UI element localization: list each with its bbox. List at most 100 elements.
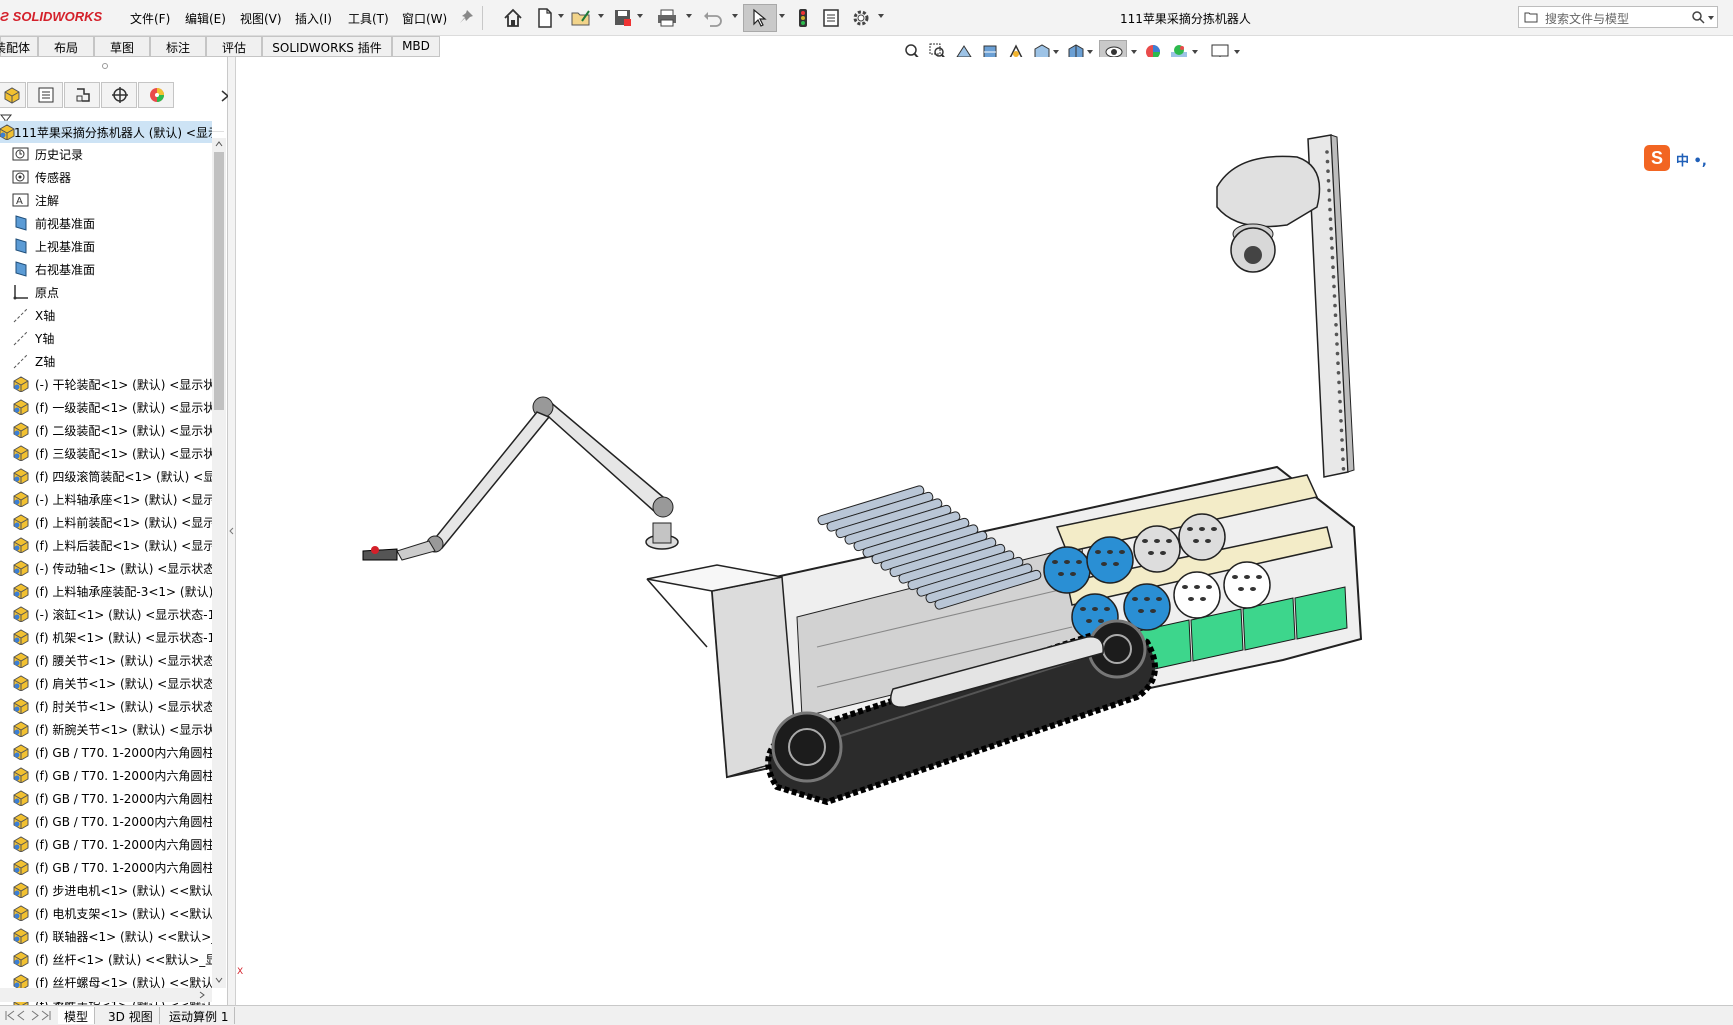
- view-settings-dropdown-arrow[interactable]: [1234, 50, 1240, 54]
- view-orientation-dropdown-arrow[interactable]: [1053, 50, 1059, 54]
- tree-item[interactable]: (-) 滚缸<1> (默认) <显示状态-1: [0, 603, 212, 625]
- tree-item[interactable]: (f) 步进电机<1> (默认) <<默认:: [0, 879, 212, 901]
- new-dropdown-arrow[interactable]: [558, 14, 564, 18]
- open-dropdown-arrow[interactable]: [598, 14, 604, 18]
- new-document-icon[interactable]: [534, 7, 556, 29]
- tree-item[interactable]: (f) 三级装配<1> (默认) <显示状: [0, 442, 212, 464]
- tree-item[interactable]: (f) GB / T70. 1-2000内六角圆柱: [0, 764, 212, 786]
- tree-item[interactable]: A 注解: [0, 189, 212, 211]
- search-icon[interactable]: [1691, 10, 1705, 24]
- hide-show-dropdown-arrow[interactable]: [1131, 50, 1137, 54]
- tree-item[interactable]: (f) 联轴器<1> (默认) <<默认>_: [0, 925, 212, 947]
- scroll-right-icon[interactable]: [198, 991, 206, 999]
- tab-solidworks-addins[interactable]: SOLIDWORKS 插件: [262, 36, 392, 57]
- options-gear-icon[interactable]: [850, 7, 872, 29]
- save-dropdown-arrow[interactable]: [637, 14, 643, 18]
- tree-item[interactable]: (f) 二级装配<1> (默认) <显示状: [0, 419, 212, 441]
- tab-markup[interactable]: 标注: [150, 36, 206, 57]
- tree-item[interactable]: (f) 上料后装配<1> (默认) <显示: [0, 534, 212, 556]
- rebuild-traffic-light-icon[interactable]: [792, 7, 814, 29]
- tree-item[interactable]: 历史记录: [0, 143, 212, 165]
- tab-dimxpert-manager[interactable]: [101, 82, 137, 108]
- tab-display-manager[interactable]: [138, 82, 174, 108]
- collapse-panel-icon[interactable]: [229, 527, 235, 535]
- tab-model[interactable]: 模型: [58, 1007, 96, 1024]
- file-properties-icon[interactable]: [820, 7, 842, 29]
- tree-item-root-assembly[interactable]: 111苹果采摘分拣机器人 (默认) <显示: [0, 121, 212, 143]
- assembly-icon: [12, 422, 30, 439]
- pin-icon[interactable]: [458, 9, 474, 25]
- menu-file[interactable]: 文件(F): [130, 10, 170, 27]
- tab-nav-arrows-icon[interactable]: [4, 1010, 52, 1021]
- scroll-thumb[interactable]: [214, 152, 224, 410]
- tree-item[interactable]: 前视基准面: [0, 212, 212, 234]
- options-dropdown-arrow[interactable]: [878, 14, 884, 18]
- scroll-up-icon[interactable]: [215, 140, 223, 148]
- tree-item[interactable]: (f) 丝杆<1> (默认) <<默认>_显: [0, 948, 212, 970]
- tree-item[interactable]: Z轴: [0, 350, 212, 372]
- tree-item[interactable]: (-) 干轮装配<1> (默认) <显示状: [0, 373, 212, 395]
- tab-layout[interactable]: 布局: [38, 36, 94, 57]
- tree-item[interactable]: 原点: [0, 281, 212, 303]
- tab-sketch[interactable]: 草图: [94, 36, 150, 57]
- tab-mbd[interactable]: MBD: [392, 36, 440, 57]
- print-dropdown-arrow[interactable]: [686, 14, 692, 18]
- tree-item[interactable]: Y轴: [0, 327, 212, 349]
- fruit-hole: [1080, 607, 1086, 611]
- menu-insert[interactable]: 插入(I): [295, 10, 332, 27]
- tree-item[interactable]: (f) 上料轴承座装配-3<1> (默认): [0, 580, 212, 602]
- tree-item[interactable]: (f) GB / T70. 1-2000内六角圆柱: [0, 833, 212, 855]
- undo-dropdown-arrow[interactable]: [732, 14, 738, 18]
- print-icon[interactable]: [656, 7, 678, 29]
- tree-item[interactable]: (f) GB / T70. 1-2000内六角圆柱: [0, 856, 212, 878]
- tree-item[interactable]: (f) 肘关节<1> (默认) <显示状态: [0, 695, 212, 717]
- search-input[interactable]: 搜索文件与模型: [1518, 6, 1718, 28]
- tree-item[interactable]: (f) GB / T70. 1-2000内六角圆柱: [0, 810, 212, 832]
- tab-feature-manager[interactable]: [0, 82, 26, 108]
- home-icon[interactable]: [502, 7, 524, 29]
- tree-item[interactable]: (f) 四级滚筒装配<1> (默认) <显: [0, 465, 212, 487]
- tree-item[interactable]: (-) 上料轴承座<1> (默认) <显示: [0, 488, 212, 510]
- tab-configuration-manager[interactable]: [64, 82, 100, 108]
- ime-indicator[interactable]: S 中 •,: [1644, 143, 1733, 173]
- solidworks-logo[interactable]: Ƨ SOLIDWORKS: [0, 9, 102, 27]
- select-button[interactable]: [743, 4, 777, 32]
- tab-evaluate[interactable]: 评估: [206, 36, 262, 57]
- apply-scene-dropdown-arrow[interactable]: [1192, 50, 1198, 54]
- menu-view[interactable]: 视图(V): [240, 10, 282, 27]
- menu-edit[interactable]: 编辑(E): [185, 10, 226, 27]
- panel-splitter[interactable]: [228, 57, 236, 1005]
- robot-3d-model[interactable]: Y X Z: [189, 57, 1733, 1005]
- menu-window[interactable]: 窗口(W): [402, 10, 447, 27]
- tree-item[interactable]: 上视基准面: [0, 235, 212, 257]
- tree-item[interactable]: (f) 肩关节<1> (默认) <显示状态: [0, 672, 212, 694]
- tree-item[interactable]: (f) 机架<1> (默认) <显示状态-1: [0, 626, 212, 648]
- tree-vertical-scrollbar[interactable]: [212, 138, 226, 988]
- open-folder-icon[interactable]: [570, 7, 592, 29]
- tab-property-manager[interactable]: [27, 82, 63, 108]
- undo-icon[interactable]: [702, 7, 724, 29]
- tree-item[interactable]: (f) 电机支架<1> (默认) <<默认:: [0, 902, 212, 924]
- tree-item[interactable]: (f) GB / T70. 1-2000内六角圆柱: [0, 741, 212, 763]
- tab-assembly[interactable]: 装配体: [0, 36, 38, 57]
- menu-tools[interactable]: 工具(T): [348, 10, 389, 27]
- search-dropdown-arrow[interactable]: [1708, 16, 1714, 20]
- tree-item[interactable]: (-) 传动轴<1> (默认) <显示状态: [0, 557, 212, 579]
- tree-item[interactable]: (f) GB / T70. 1-2000内六角圆柱: [0, 787, 212, 809]
- tree-item[interactable]: (f) 一级装配<1> (默认) <显示状: [0, 396, 212, 418]
- tree-item[interactable]: (f) 腰关节<1> (默认) <显示状态: [0, 649, 212, 671]
- select-dropdown-arrow[interactable]: [779, 14, 785, 18]
- save-icon[interactable]: [612, 7, 634, 29]
- tree-item[interactable]: X轴: [0, 304, 212, 326]
- scroll-down-icon[interactable]: [215, 976, 223, 984]
- graphics-area[interactable]: Y X Z: [189, 57, 1733, 1005]
- panel-grip[interactable]: [102, 63, 108, 69]
- tab-motion-study-1[interactable]: 运动算例 1: [163, 1007, 236, 1024]
- tab-3d-view[interactable]: 3D 视图: [102, 1007, 160, 1024]
- tree-item[interactable]: (f) 新腕关节<1> (默认) <显示状: [0, 718, 212, 740]
- tree-item[interactable]: 传感器: [0, 166, 212, 188]
- tree-horizontal-scrollbar[interactable]: [0, 988, 212, 1002]
- display-style-dropdown-arrow[interactable]: [1087, 50, 1093, 54]
- tree-item[interactable]: (f) 上料前装配<1> (默认) <显示: [0, 511, 212, 533]
- tree-item[interactable]: 右视基准面: [0, 258, 212, 280]
